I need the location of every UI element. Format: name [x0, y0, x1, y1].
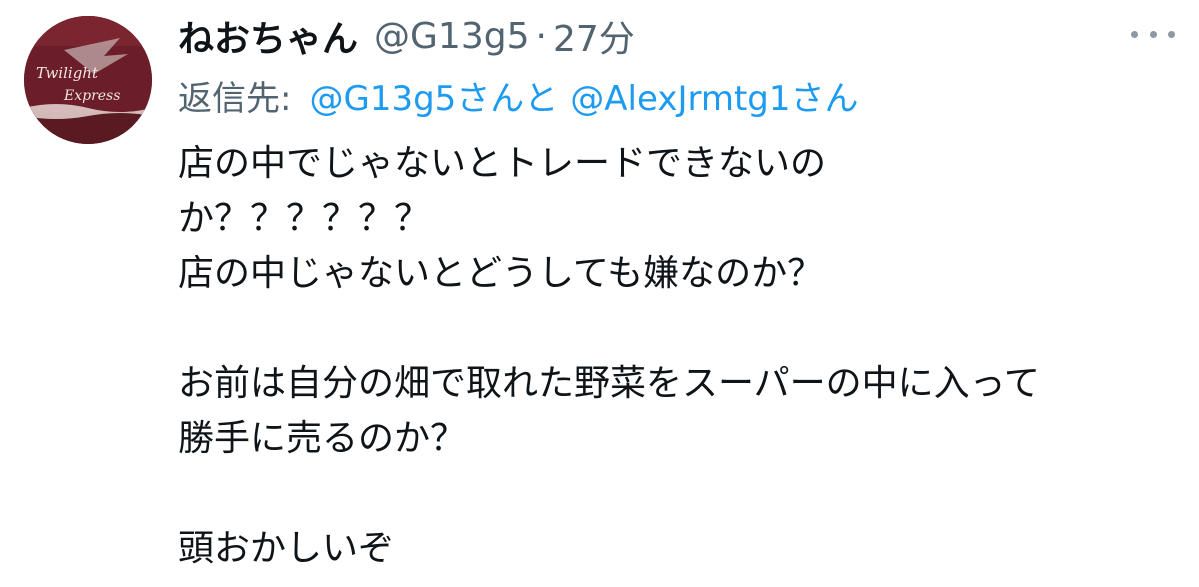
avatar-text-2: Express	[63, 88, 120, 104]
tweet-text-line: 店の中でじゃないとトレードできないの	[178, 143, 827, 184]
tweet-text-line	[178, 466, 1178, 521]
reply-to: 返信先: @G13g5さんと @AlexJrmtg1さん	[178, 70, 859, 120]
more-horizontal-icon[interactable]	[1131, 24, 1175, 44]
mention-link[interactable]: @AlexJrmtg1さん	[570, 71, 858, 120]
tweet-text: 店の中でじゃないとトレードできないの か？？？？？？ 店の中じゃないとどうしても…	[178, 136, 1178, 576]
tweet-text-line: お前は自分の畑で取れた野菜をスーパーの中に入って	[178, 363, 1040, 404]
tweet-text-line: 店の中じゃないとどうしても嫌なのか？	[178, 253, 824, 294]
tweet[interactable]: Twilight Express ねおちゃん @G13g5 · 27分 返信先:…	[0, 0, 1199, 587]
mention-link[interactable]: @G13g5さんと	[309, 71, 558, 120]
display-name[interactable]: ねおちゃん	[178, 10, 358, 62]
separator-dot: ·	[535, 15, 547, 57]
user-handle[interactable]: @G13g5	[374, 16, 529, 57]
tweet-text-line: 頭おかしいぞ	[178, 528, 395, 569]
avatar-image: Twilight Express	[24, 16, 152, 144]
tweet-header: ねおちゃん @G13g5 · 27分	[178, 8, 635, 64]
tweet-text-line: 勝手に売るのか？	[178, 418, 467, 459]
tweet-text-line: か？？？？？？	[178, 198, 431, 239]
tweet-text-line	[178, 301, 1178, 356]
avatar[interactable]: Twilight Express	[24, 16, 152, 144]
reply-prefix: 返信先:	[178, 78, 292, 119]
avatar-text-1: Twilight	[36, 64, 99, 82]
timestamp[interactable]: 27分	[553, 10, 635, 62]
